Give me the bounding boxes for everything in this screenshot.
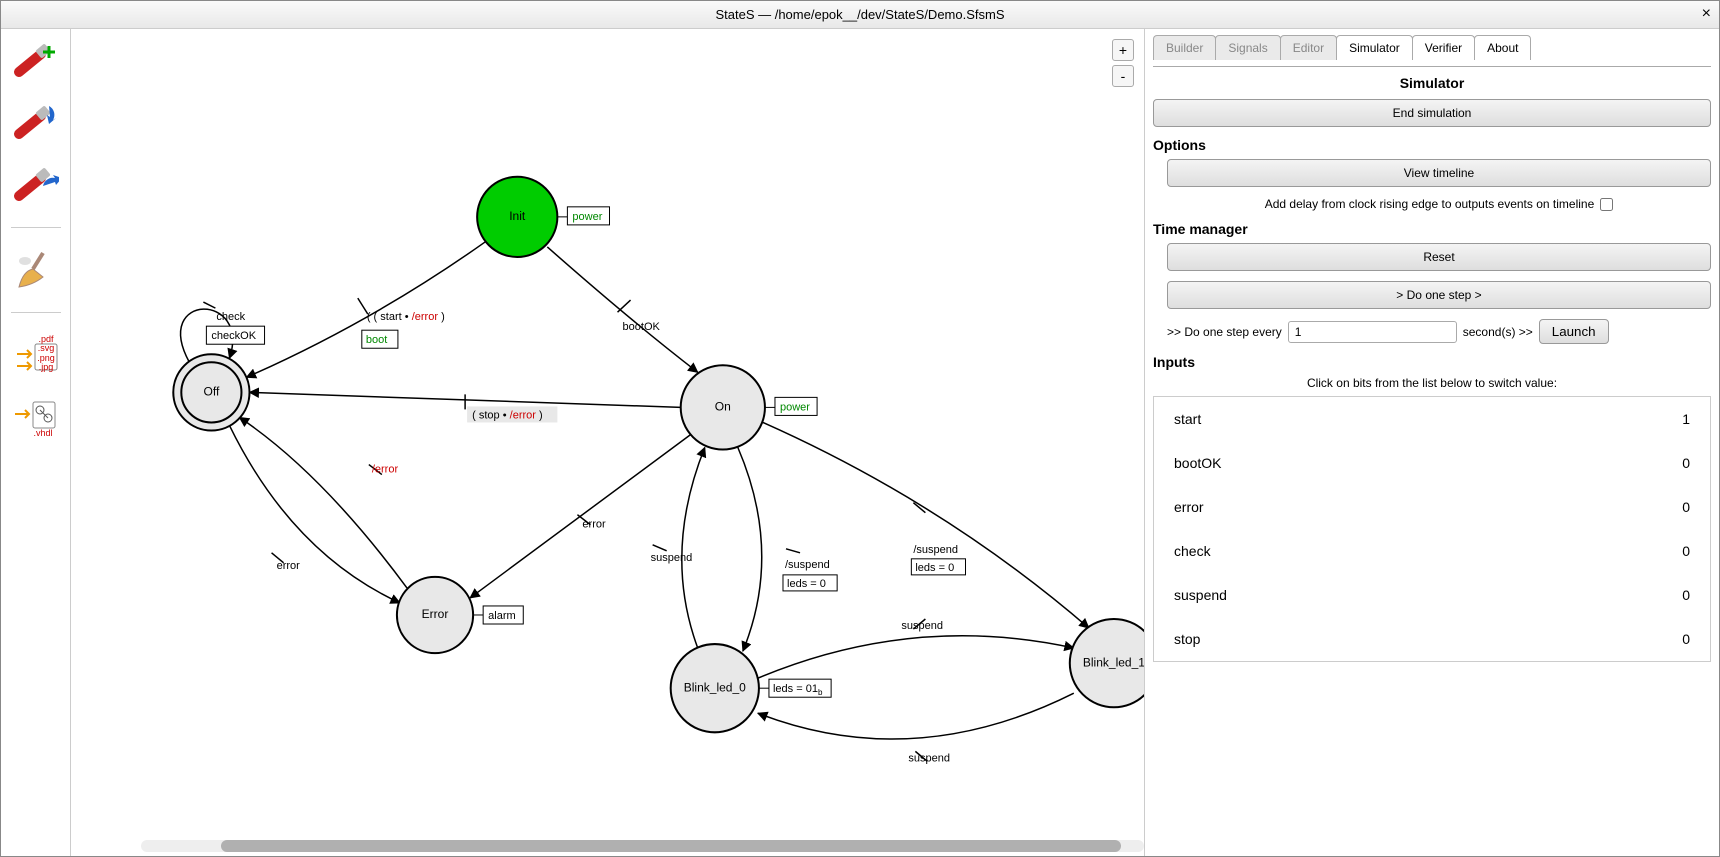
export-vhdl-icon: .vhdl — [13, 396, 59, 438]
state-on[interactable]: On power — [681, 365, 817, 449]
input-row-start[interactable]: start 1 — [1154, 397, 1710, 441]
svg-text:power: power — [572, 211, 602, 223]
export-vhdl-button[interactable]: .vhdl — [9, 393, 63, 441]
reload-button[interactable] — [9, 161, 63, 209]
inputs-list: start 1 bootOK 0 error 0 check 0 — [1153, 396, 1711, 662]
svg-text:error: error — [277, 560, 301, 572]
options-heading: Options — [1153, 137, 1711, 153]
svg-text:check: check — [216, 311, 245, 323]
svg-text:Init: Init — [509, 209, 526, 223]
svg-text:error: error — [582, 519, 606, 531]
usb-arrow-down-icon — [13, 102, 59, 144]
svg-text:/suspend: /suspend — [785, 559, 830, 571]
svg-text:leds = 01b: leds = 01b — [773, 683, 823, 697]
step-prefix-label: >> Do one step every — [1167, 325, 1282, 339]
svg-text:Blink_led_0: Blink_led_0 — [684, 680, 746, 694]
svg-text:On: On — [715, 400, 731, 414]
step-value-input[interactable] — [1288, 321, 1457, 343]
svg-text:Blink_led_1: Blink_led_1 — [1083, 655, 1144, 669]
delay-checkbox[interactable] — [1600, 198, 1613, 211]
view-timeline-button[interactable]: View timeline — [1167, 159, 1711, 187]
svg-text:boot: boot — [366, 334, 387, 346]
usb-plus-icon — [13, 40, 59, 82]
state-blink1[interactable]: Blink_led_1 leds = 10b — [1070, 619, 1144, 707]
export-image-button[interactable]: .pdf .svg .png .jpg — [9, 331, 63, 379]
titlebar: StateS — /home/epok__/dev/StateS/Demo.Sf… — [1, 1, 1719, 29]
window-title: StateS — /home/epok__/dev/StateS/Demo.Sf… — [715, 7, 1004, 22]
state-error[interactable]: Error alarm — [397, 577, 523, 653]
state-init[interactable]: Init power — [477, 177, 609, 257]
svg-text:.jpg: .jpg — [38, 362, 53, 372]
delay-label: Add delay from clock rising edge to outp… — [1265, 197, 1595, 211]
diagram-canvas[interactable]: + - — [71, 29, 1144, 856]
svg-text:suspend: suspend — [908, 752, 950, 764]
svg-text:/error: /error — [372, 464, 399, 476]
svg-text:.svg: .svg — [37, 343, 54, 353]
inputs-note: Click on bits from the list below to swi… — [1153, 376, 1711, 390]
side-panel: Builder Signals Editor Simulator Verifie… — [1144, 29, 1719, 856]
new-file-button[interactable] — [9, 37, 63, 85]
svg-text:( ( start • /error ): ( ( start • /error ) — [367, 311, 445, 323]
launch-button[interactable]: Launch — [1539, 319, 1609, 344]
export-image-icon: .pdf .svg .png .jpg — [13, 334, 59, 376]
open-file-button[interactable] — [9, 99, 63, 147]
svg-text:Off: Off — [203, 385, 219, 399]
time-manager-heading: Time manager — [1153, 221, 1711, 237]
input-row-check[interactable]: check 0 — [1154, 529, 1710, 573]
toolbar-separator-2 — [11, 312, 61, 313]
panel-tabs: Builder Signals Editor Simulator Verifie… — [1153, 35, 1711, 60]
toolbar-separator — [11, 227, 61, 228]
tab-builder[interactable]: Builder — [1153, 35, 1216, 60]
svg-text:.vhdl: .vhdl — [33, 428, 52, 438]
input-row-error[interactable]: error 0 — [1154, 485, 1710, 529]
edge-error-off[interactable] — [239, 417, 406, 587]
svg-text:suspend: suspend — [901, 620, 943, 632]
state-diagram: ( ( start • /error ) boot bootOK check c… — [71, 29, 1144, 856]
end-simulation-button[interactable]: End simulation — [1153, 99, 1711, 127]
input-row-suspend[interactable]: suspend 0 — [1154, 573, 1710, 617]
left-toolbar: .pdf .svg .png .jpg .vhdl — [1, 29, 71, 856]
reset-button[interactable]: Reset — [1167, 243, 1711, 271]
svg-text:/suspend: /suspend — [913, 544, 958, 556]
state-off[interactable]: Off — [173, 354, 249, 430]
clean-button[interactable] — [9, 246, 63, 294]
step-suffix-label: second(s) >> — [1463, 325, 1533, 339]
close-icon[interactable]: × — [1702, 5, 1711, 23]
edge-blink1-blink0-bot[interactable] — [758, 693, 1074, 739]
zoom-in-button[interactable]: + — [1112, 39, 1134, 61]
svg-text:leds = 0: leds = 0 — [915, 562, 954, 574]
svg-text:leds = 0: leds = 0 — [787, 578, 826, 590]
svg-text:( stop • /error ): ( stop • /error ) — [472, 409, 543, 421]
input-row-bootok[interactable]: bootOK 0 — [1154, 441, 1710, 485]
svg-text:Error: Error — [422, 607, 449, 621]
edge-blink0-on-suspend[interactable] — [682, 448, 705, 649]
one-step-button[interactable]: > Do one step > — [1167, 281, 1711, 309]
panel-title: Simulator — [1153, 75, 1711, 91]
tab-about[interactable]: About — [1474, 35, 1531, 60]
svg-text:bootOK: bootOK — [623, 321, 661, 333]
edge-init-on[interactable] — [547, 247, 697, 372]
inputs-heading: Inputs — [1153, 354, 1711, 370]
input-row-stop[interactable]: stop 0 — [1154, 617, 1710, 661]
svg-text:alarm: alarm — [488, 610, 516, 622]
tab-simulator[interactable]: Simulator — [1336, 35, 1413, 60]
state-blink0[interactable]: Blink_led_0 leds = 01b — [671, 644, 831, 732]
zoom-out-button[interactable]: - — [1112, 65, 1134, 87]
tab-verifier[interactable]: Verifier — [1412, 35, 1475, 60]
edge-blink0-blink1-top[interactable] — [758, 636, 1074, 678]
edge-labels: ( ( start • /error ) boot bootOK check c… — [206, 311, 965, 764]
tab-signals[interactable]: Signals — [1215, 35, 1280, 60]
edge-off-error[interactable] — [229, 425, 399, 602]
svg-text:power: power — [780, 401, 810, 413]
edge-on-blink0[interactable] — [738, 448, 762, 652]
svg-text:suspend: suspend — [651, 552, 693, 564]
tab-editor[interactable]: Editor — [1280, 35, 1337, 60]
usb-arrow-up-icon — [13, 164, 59, 206]
scrollbar-thumb[interactable] — [221, 840, 1121, 852]
svg-text:checkOK: checkOK — [211, 330, 256, 342]
horizontal-scrollbar[interactable] — [141, 840, 1144, 852]
broom-icon — [13, 249, 59, 291]
edge-on-blink1[interactable] — [763, 422, 1089, 628]
